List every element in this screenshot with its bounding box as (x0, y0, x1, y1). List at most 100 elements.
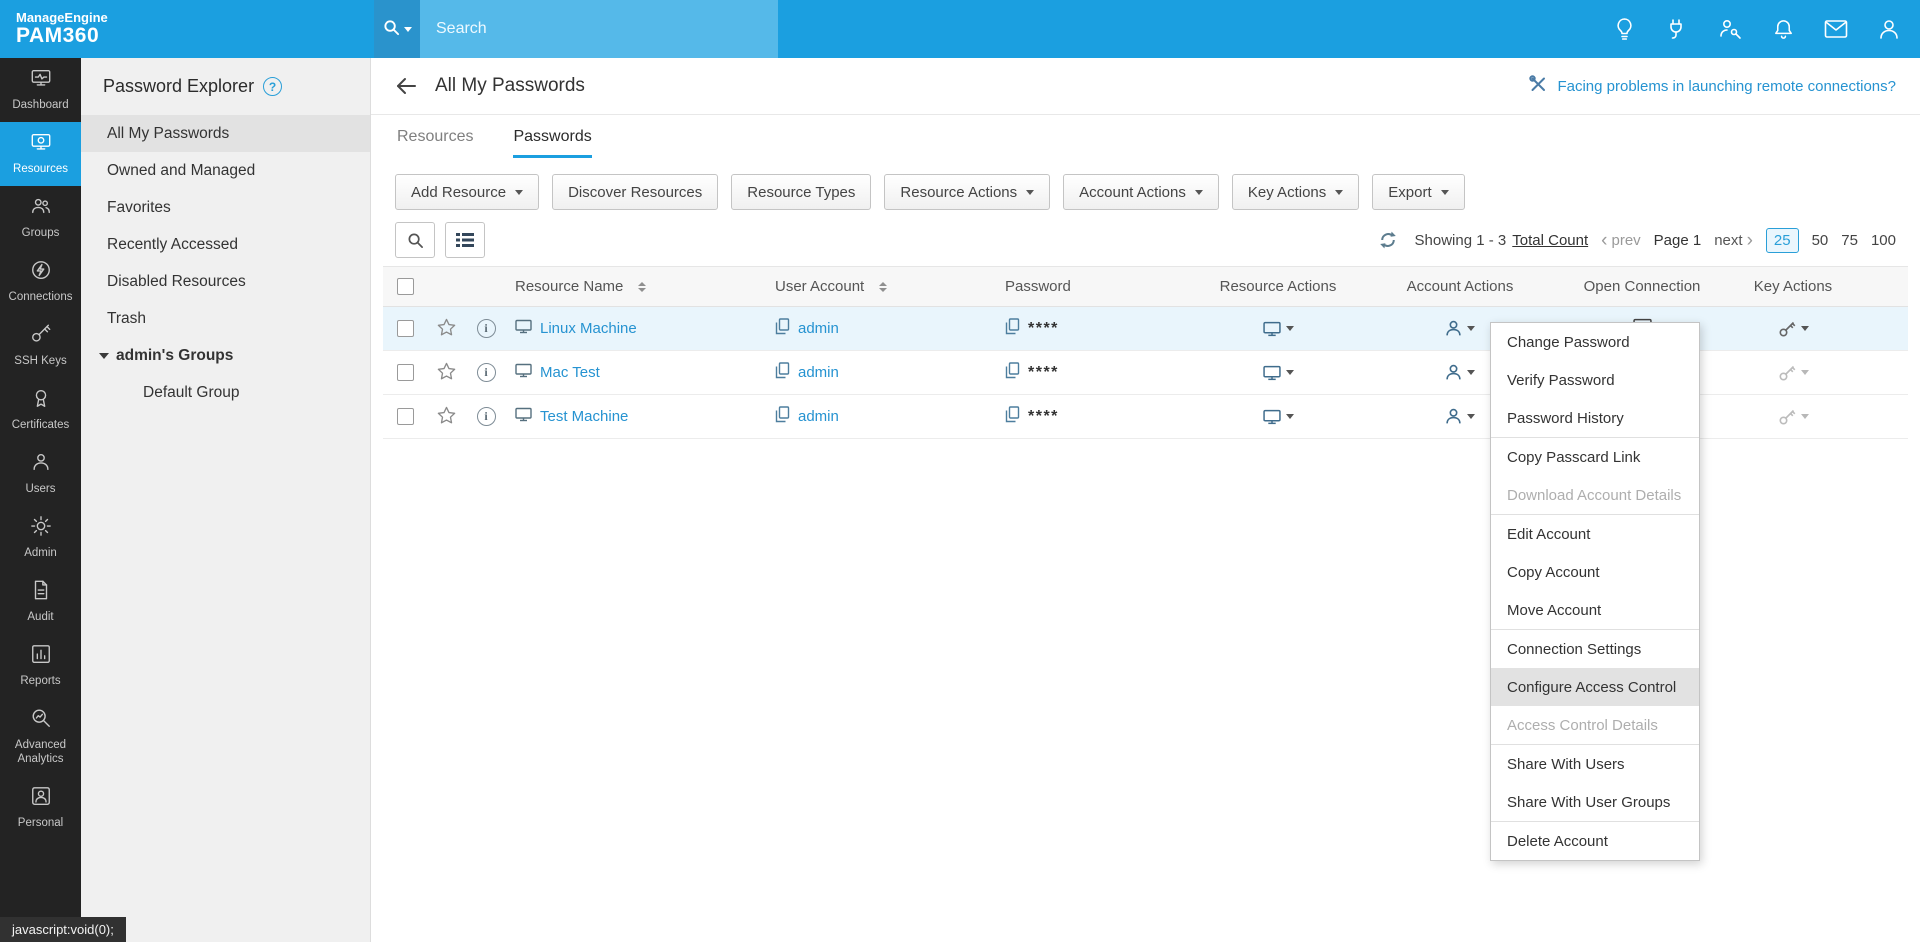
privileged-access-icon[interactable] (1715, 14, 1745, 44)
row-account-actions-button[interactable] (1445, 364, 1475, 381)
menu-item-copy-account[interactable]: Copy Account (1491, 553, 1699, 591)
remote-connection-help-link[interactable]: Facing problems in launching remote conn… (1528, 74, 1896, 98)
favorite-star-icon[interactable] (437, 406, 456, 428)
password-mask[interactable]: **** (1028, 364, 1059, 382)
sidebar-item-groups[interactable]: Groups (0, 186, 81, 250)
page-size-100[interactable]: 100 (1871, 232, 1896, 249)
row-key-actions-button[interactable] (1778, 408, 1809, 426)
view-toggle-button[interactable] (445, 222, 485, 258)
password-mask[interactable]: **** (1028, 408, 1059, 426)
prev-chevron-icon[interactable]: ‹ (1601, 231, 1607, 250)
row-resource-actions-button[interactable] (1262, 409, 1294, 425)
page-size-75[interactable]: 75 (1841, 232, 1858, 249)
tab-resources[interactable]: Resources (397, 128, 473, 158)
resource-actions-button[interactable]: Resource Actions (884, 174, 1051, 210)
menu-item-configure-access-control[interactable]: Configure Access Control (1491, 668, 1699, 706)
explorer-item-disabled-resources[interactable]: Disabled Resources (81, 263, 370, 300)
column-header-user-account[interactable]: User Account (767, 267, 997, 306)
key-actions-button[interactable]: Key Actions (1231, 174, 1360, 210)
column-header-resource-name[interactable]: Resource Name (507, 267, 767, 306)
search-scope-button[interactable] (374, 0, 420, 58)
resource-types-button[interactable]: Resource Types (731, 174, 872, 210)
copy-icon[interactable] (1005, 318, 1020, 339)
menu-item-share-with-users[interactable]: Share With Users (1491, 745, 1699, 783)
app-logo[interactable]: ManageEngine PAM360 (0, 11, 108, 47)
sidebar-item-audit[interactable]: Audit (0, 570, 81, 634)
mail-icon[interactable] (1821, 14, 1851, 44)
page-size-50[interactable]: 50 (1812, 232, 1829, 249)
discover-resources-button[interactable]: Discover Resources (552, 174, 719, 210)
row-key-actions-button[interactable] (1778, 320, 1809, 338)
copy-icon[interactable] (775, 406, 790, 427)
sort-icon[interactable] (638, 281, 647, 292)
sidebar-item-resources[interactable]: Resources (0, 122, 81, 186)
sidebar-item-admin[interactable]: Admin (0, 506, 81, 570)
prev-page-button[interactable]: prev (1611, 232, 1640, 249)
tab-passwords[interactable]: Passwords (513, 128, 592, 158)
sort-icon[interactable] (879, 281, 888, 292)
sidebar-item-users[interactable]: Users (0, 442, 81, 506)
resource-name-link[interactable]: Mac Test (540, 364, 600, 381)
menu-item-delete-account[interactable]: Delete Account (1491, 822, 1699, 860)
back-arrow-icon[interactable] (395, 77, 417, 95)
account-actions-button[interactable]: Account Actions (1063, 174, 1219, 210)
sidebar-item-dashboard[interactable]: Dashboard (0, 58, 81, 122)
info-icon[interactable]: i (476, 319, 496, 338)
help-icon[interactable]: ? (263, 77, 283, 96)
sidebar-item-reports[interactable]: Reports (0, 634, 81, 698)
menu-item-copy-passcard-link[interactable]: Copy Passcard Link (1491, 438, 1699, 476)
explorer-item-all-my-passwords[interactable]: All My Passwords (81, 115, 370, 152)
explorer-item-default-group[interactable]: Default Group (81, 374, 370, 411)
explorer-item-trash[interactable]: Trash (81, 300, 370, 337)
row-resource-actions-button[interactable] (1262, 321, 1294, 337)
user-account-link[interactable]: admin (798, 364, 839, 381)
menu-item-move-account[interactable]: Move Account (1491, 591, 1699, 629)
favorite-star-icon[interactable] (437, 318, 456, 340)
sidebar-item-ssh-keys[interactable]: SSH Keys (0, 314, 81, 378)
copy-icon[interactable] (1005, 362, 1020, 383)
page-size-25[interactable]: 25 (1765, 227, 1799, 253)
explorer-item-recently-accessed[interactable]: Recently Accessed (81, 226, 370, 263)
export-button[interactable]: Export (1372, 174, 1465, 210)
user-account-link[interactable]: admin (798, 408, 839, 425)
row-checkbox[interactable] (396, 408, 414, 425)
menu-item-verify-password[interactable]: Verify Password (1491, 361, 1699, 399)
explorer-group-admins-groups[interactable]: admin's Groups (81, 337, 370, 374)
total-count-link[interactable]: Total Count (1512, 232, 1588, 249)
add-resource-button[interactable]: Add Resource (395, 174, 540, 210)
explorer-item-owned-and-managed[interactable]: Owned and Managed (81, 152, 370, 189)
user-account-link[interactable]: admin (798, 320, 839, 337)
row-account-actions-button[interactable] (1445, 320, 1475, 337)
profile-icon[interactable] (1874, 14, 1904, 44)
refresh-icon[interactable] (1378, 230, 1398, 250)
table-search-button[interactable] (395, 222, 435, 258)
copy-icon[interactable] (775, 318, 790, 339)
next-page-button[interactable]: next (1714, 232, 1742, 249)
row-account-actions-button[interactable] (1445, 408, 1475, 425)
info-icon[interactable]: i (476, 363, 496, 382)
resource-name-link[interactable]: Linux Machine (540, 320, 637, 337)
menu-item-connection-settings[interactable]: Connection Settings (1491, 630, 1699, 668)
notifications-icon[interactable] (1768, 14, 1798, 44)
info-icon[interactable]: i (476, 407, 496, 426)
favorite-star-icon[interactable] (437, 362, 456, 384)
sidebar-item-certificates[interactable]: Certificates (0, 378, 81, 442)
menu-item-change-password[interactable]: Change Password (1491, 323, 1699, 361)
copy-icon[interactable] (775, 362, 790, 383)
password-mask[interactable]: **** (1028, 320, 1059, 338)
resource-request-icon[interactable] (1609, 14, 1639, 44)
row-checkbox[interactable] (396, 364, 414, 381)
menu-item-share-with-user-groups[interactable]: Share With User Groups (1491, 783, 1699, 821)
row-checkbox[interactable] (396, 320, 414, 337)
resource-name-link[interactable]: Test Machine (540, 408, 628, 425)
sidebar-item-personal[interactable]: Personal (0, 776, 81, 840)
select-all-checkbox[interactable] (396, 278, 414, 295)
remote-connections-icon[interactable] (1662, 14, 1692, 44)
copy-icon[interactable] (1005, 406, 1020, 427)
menu-item-edit-account[interactable]: Edit Account (1491, 515, 1699, 553)
row-resource-actions-button[interactable] (1262, 365, 1294, 381)
explorer-item-favorites[interactable]: Favorites (81, 189, 370, 226)
next-chevron-icon[interactable]: › (1747, 231, 1753, 250)
row-key-actions-button[interactable] (1778, 364, 1809, 382)
search-input[interactable] (420, 0, 778, 58)
